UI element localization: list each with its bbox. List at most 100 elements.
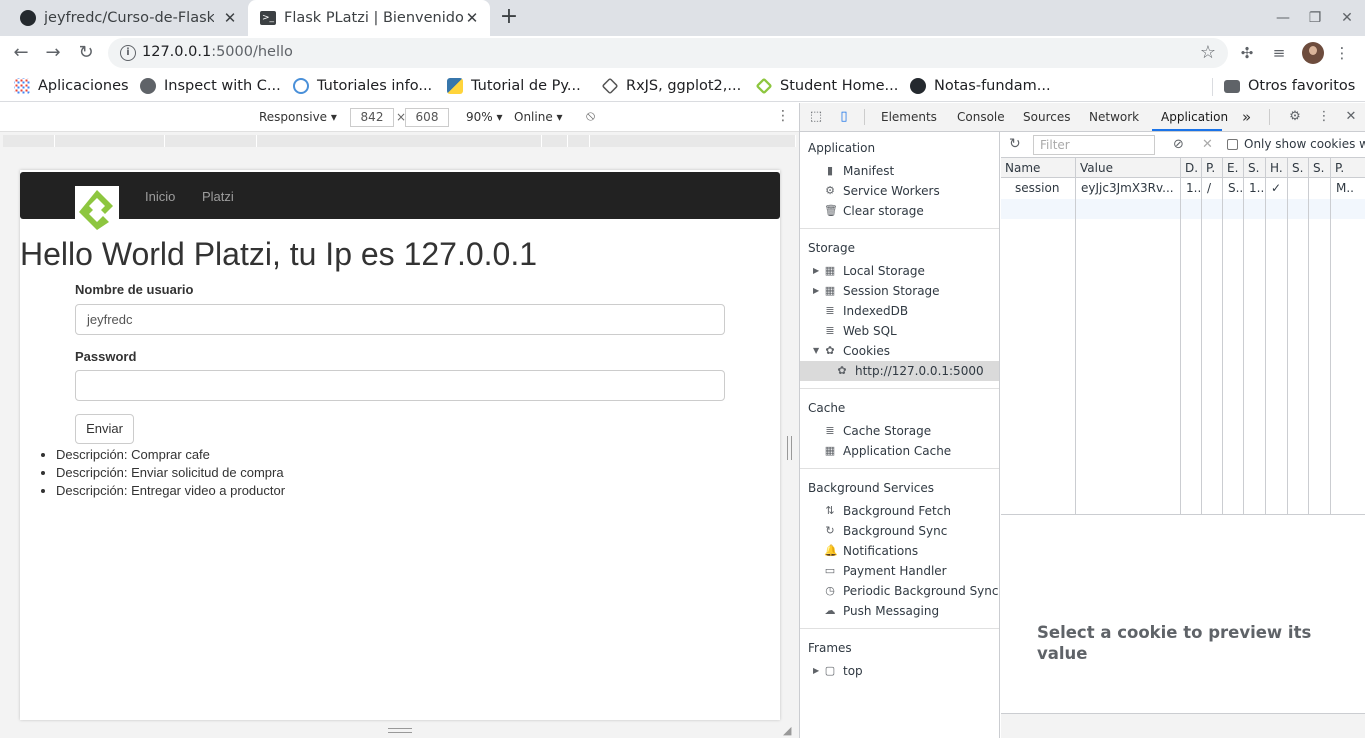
column-header-name[interactable]: Name — [1001, 158, 1076, 178]
height-resize-handle[interactable] — [388, 728, 412, 733]
filter-input[interactable]: Filter — [1033, 135, 1155, 155]
expand-arrow-icon[interactable]: ▶ — [813, 666, 819, 675]
browser-tab-github[interactable]: jeyfredc/Curso-de-Flask: C ✕ — [8, 0, 248, 36]
settings-gear-icon[interactable]: ⚙ — [1287, 109, 1303, 125]
close-window-icon[interactable]: ✕ — [1337, 8, 1357, 28]
sidebar-item-indexeddb[interactable]: ≣ IndexedDB — [824, 301, 908, 321]
restore-icon[interactable]: ❐ — [1305, 8, 1325, 28]
bookmark-apps[interactable]: Aplicaciones — [14, 76, 129, 96]
clear-all-icon[interactable]: ⊘ — [1173, 137, 1184, 152]
menu-icon[interactable]: ⋮ — [1333, 44, 1351, 62]
collapse-arrow-icon[interactable]: ▼ — [813, 346, 819, 355]
column-header-samesite[interactable]: S. — [1309, 158, 1331, 178]
sidebar-item-frame-top[interactable]: ▢ top — [824, 661, 863, 681]
sidebar-item-session-storage[interactable]: ▦ Session Storage — [824, 281, 940, 301]
close-devtools-icon[interactable]: ✕ — [1343, 109, 1359, 125]
expand-arrow-icon[interactable]: ▶ — [813, 286, 819, 295]
corner-resize-handle[interactable]: ◢ — [783, 724, 795, 737]
close-tab-icon[interactable]: ✕ — [464, 10, 480, 26]
column-header-httponly[interactable]: H. — [1266, 158, 1288, 178]
minimize-icon[interactable]: — — [1273, 8, 1293, 28]
tab-elements[interactable]: Elements — [881, 110, 937, 124]
forward-icon[interactable]: → — [42, 42, 64, 64]
bookmark-item[interactable]: RxJS, ggplot2,... — [601, 76, 741, 96]
devtools-menu-icon[interactable]: ⋮ — [1316, 109, 1332, 125]
column-header-path[interactable]: P. — [1202, 158, 1223, 178]
close-tab-icon[interactable]: ✕ — [222, 10, 238, 26]
url-text[interactable]: 127.0.0.1:5000/hello — [142, 44, 293, 60]
refresh-icon[interactable]: ↻ — [1009, 136, 1021, 152]
media-query-ruler — [0, 132, 799, 152]
media-control-icon[interactable]: ≡ — [1270, 44, 1288, 62]
more-options-icon[interactable]: ⋮ — [776, 108, 790, 124]
zoom-select[interactable]: 90% ▾ — [466, 110, 503, 124]
platzi-logo-icon[interactable] — [75, 186, 119, 230]
height-input[interactable]: 608 — [405, 108, 449, 127]
submit-button[interactable]: Enviar — [75, 414, 134, 444]
devtools-tab-bar: ⬚ ▯ Elements Console Sources Network App… — [800, 103, 1365, 132]
sidebar-item-push-messaging[interactable]: ☁ Push Messaging — [824, 601, 940, 621]
new-tab-button[interactable]: + — [498, 6, 520, 29]
sidebar-item-periodic-sync[interactable]: ◷ Periodic Background Sync — [824, 581, 998, 601]
other-bookmarks[interactable]: Otros favoritos — [1224, 76, 1355, 96]
only-show-checkbox[interactable] — [1227, 139, 1238, 150]
width-resize-handle[interactable] — [787, 436, 792, 460]
column-header-secure[interactable]: S. — [1288, 158, 1309, 178]
network-throttle-select[interactable]: Online ▾ — [514, 110, 563, 124]
device-toolbar: Responsive ▾ 842 × 608 90% ▾ Online ▾ ⦸ … — [0, 103, 799, 132]
sidebar-item-notifications[interactable]: 🔔 Notifications — [824, 541, 918, 561]
avatar[interactable] — [1302, 42, 1324, 64]
tab-console[interactable]: Console — [957, 110, 1005, 124]
tab-sources[interactable]: Sources — [1023, 110, 1070, 124]
password-field[interactable] — [75, 370, 725, 401]
column-header-expires[interactable]: E. — [1223, 158, 1244, 178]
bookmarks-bar: Aplicaciones Inspect with C... Tutoriale… — [0, 70, 1365, 102]
extensions-icon[interactable]: ✣ — [1238, 44, 1256, 62]
address-bar[interactable]: i 127.0.0.1:5000/hello ☆ — [108, 38, 1228, 68]
bookmark-item[interactable]: Tutoriales info... — [293, 76, 432, 96]
tab-network[interactable]: Network — [1089, 110, 1139, 124]
info-icon[interactable]: i — [120, 45, 136, 61]
more-tabs-icon[interactable]: » — [1242, 108, 1251, 126]
device-toggle-icon[interactable]: ▯ — [836, 109, 852, 125]
sidebar-item-cookies[interactable]: ✿ Cookies — [824, 341, 890, 361]
width-input[interactable]: 842 — [350, 108, 394, 127]
column-header-size[interactable]: S. — [1244, 158, 1266, 178]
sidebar-item-background-fetch[interactable]: ⇅ Background Fetch — [824, 501, 951, 521]
delete-selected-icon[interactable]: ✕ — [1202, 137, 1213, 152]
column-header-domain[interactable]: D. — [1181, 158, 1202, 178]
back-icon[interactable]: ← — [10, 42, 32, 64]
reload-icon[interactable]: ↻ — [75, 42, 97, 64]
database-icon: ≣ — [825, 304, 835, 317]
sidebar-item-background-sync[interactable]: ↻ Background Sync — [824, 521, 947, 541]
sidebar-item-application-cache[interactable]: ▦ Application Cache — [824, 441, 951, 461]
username-field[interactable]: jeyfredc — [75, 304, 725, 335]
sidebar-item-manifest[interactable]: ▮ Manifest — [824, 161, 894, 181]
bookmark-star-icon[interactable]: ☆ — [1200, 42, 1216, 63]
bookmark-item[interactable]: Tutorial de Py... — [447, 76, 581, 96]
browser-tab-active[interactable]: >_ Flask PLatzi | Bienvenido ✕ — [248, 0, 490, 36]
nav-link-platzi[interactable]: Platzi — [202, 189, 234, 204]
device-mode-select[interactable]: Responsive ▾ — [259, 110, 337, 124]
inspect-element-icon[interactable]: ⬚ — [808, 109, 824, 125]
nav-link-inicio[interactable]: Inicio — [145, 189, 175, 204]
sidebar-item-web-sql[interactable]: ≣ Web SQL — [824, 321, 896, 341]
sidebar-item-local-storage[interactable]: ▦ Local Storage — [824, 261, 925, 281]
sidebar-item-cache-storage[interactable]: ≣ Cache Storage — [824, 421, 931, 441]
column-header-value[interactable]: Value — [1076, 158, 1181, 178]
python-icon — [447, 78, 463, 94]
sidebar-item-payment-handler[interactable]: ▭ Payment Handler — [824, 561, 947, 581]
sidebar-item-label: Notifications — [843, 544, 919, 558]
sidebar-item-service-workers[interactable]: ⚙ Service Workers — [824, 181, 940, 201]
sidebar-item-clear-storage[interactable]: 🗑 Clear storage — [824, 201, 924, 221]
column-header-priority[interactable]: P. — [1331, 158, 1365, 178]
rotate-icon[interactable]: ⦸ — [586, 108, 595, 124]
sidebar-item-cookie-origin[interactable]: ✿ http://127.0.0.1:5000 — [836, 361, 983, 381]
bookmark-item[interactable]: Inspect with C... — [140, 76, 281, 96]
bookmark-item[interactable]: Notas-fundam... — [910, 76, 1051, 96]
sidebar-item-label: Push Messaging — [843, 604, 940, 618]
bookmark-item[interactable]: Student Home... — [755, 76, 898, 96]
expand-arrow-icon[interactable]: ▶ — [813, 266, 819, 275]
cell-path: / — [1207, 181, 1212, 195]
tab-application[interactable]: Application — [1161, 110, 1228, 124]
